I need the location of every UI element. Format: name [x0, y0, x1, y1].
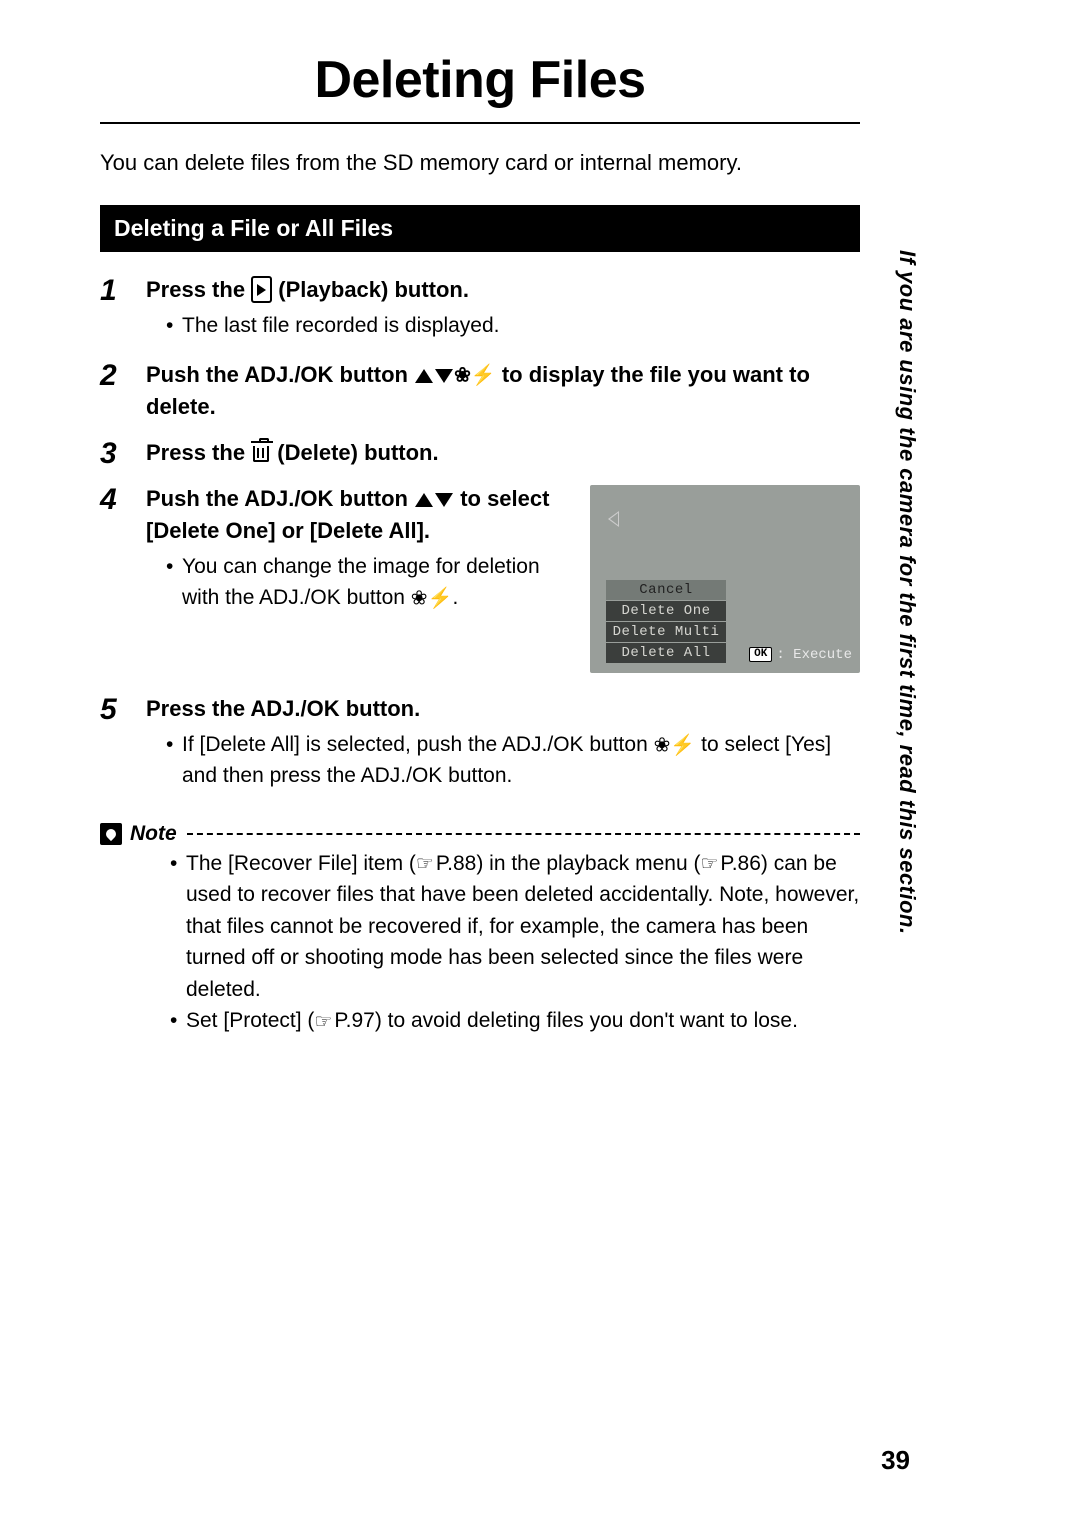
pointer-icon: ☞ [416, 849, 434, 879]
down-arrow-icon [435, 493, 453, 507]
menu-item: Delete Multi [606, 622, 726, 642]
page-number: 39 [881, 1445, 910, 1476]
page-ref: P.88 [436, 852, 477, 875]
ok-icon: OK [749, 647, 772, 662]
pointer-icon: ☞ [314, 1007, 332, 1037]
flash-icon: ⚡ [670, 734, 695, 756]
step-5: 5 Press the ADJ./OK button. If [Delete A… [100, 693, 860, 800]
note-label: Note [130, 822, 177, 846]
intro-text: You can delete files from the SD memory … [100, 148, 860, 179]
step-4-bullet: You can change the image for deletion wi… [166, 551, 572, 614]
text: Push the ADJ./OK button [146, 486, 414, 511]
lcd-screenshot: Cancel Delete One Delete Multi Delete Al… [590, 485, 860, 673]
page-title: Deleting Files [100, 50, 860, 124]
step-number: 1 [100, 274, 146, 349]
step-number: 4 [100, 483, 146, 673]
note-icon [100, 823, 122, 845]
text: ) in the playback menu ( [476, 852, 700, 875]
note-item-1: The [Recover File] item (☞P.88) in the p… [170, 848, 860, 1006]
playback-icon [251, 276, 272, 303]
execute-hint: OK : Execute [749, 647, 852, 663]
side-tab-text: If you are using the camera for the firs… [894, 250, 920, 950]
step-2-title: Push the ADJ./OK button ❀⚡ to display th… [146, 359, 860, 423]
text: Press the [146, 440, 251, 465]
step-number: 5 [100, 693, 146, 800]
pointer-icon: ☞ [700, 849, 718, 879]
step-1-title: Press the (Playback) button. [146, 274, 860, 306]
text: Set [Protect] ( [186, 1009, 314, 1032]
up-arrow-icon [415, 369, 433, 383]
text: If [Delete All] is selected, push the AD… [182, 733, 654, 756]
menu-item: Cancel [606, 580, 726, 600]
page-ref: P.86 [720, 852, 761, 875]
dash-rule [187, 833, 860, 835]
step-3: 3 Press the (Delete) button. [100, 437, 860, 473]
up-arrow-icon [415, 493, 433, 507]
step-number: 3 [100, 437, 146, 473]
page-ref: P.97 [334, 1009, 375, 1032]
menu-item: Delete One [606, 601, 726, 621]
menu-item: Delete All [606, 643, 726, 663]
step-number: 2 [100, 359, 146, 427]
text: ) to avoid deleting files you don't want… [375, 1009, 798, 1032]
trash-icon [253, 446, 269, 462]
step-3-title: Press the (Delete) button. [146, 437, 860, 469]
delete-menu: Cancel Delete One Delete Multi Delete Al… [606, 579, 726, 663]
text: . [452, 586, 458, 609]
step-2: 2 Push the ADJ./OK button ❀⚡ to display … [100, 359, 860, 427]
down-arrow-icon [435, 369, 453, 383]
text: (Playback) button. [278, 277, 469, 302]
step-1-bullet: The last file recorded is displayed. [166, 310, 860, 342]
step-5-bullet: If [Delete All] is selected, push the AD… [166, 729, 860, 792]
text: Press the [146, 277, 251, 302]
section-heading: Deleting a File or All Files [100, 205, 860, 252]
macro-icon: ❀ [411, 588, 428, 610]
text: The [Recover File] item ( [186, 852, 416, 875]
note-item-2: Set [Protect] (☞P.97) to avoid deleting … [170, 1005, 860, 1037]
text: : Execute [776, 647, 852, 663]
step-5-title: Press the ADJ./OK button. [146, 693, 860, 725]
step-4-title: Push the ADJ./OK button to select [Delet… [146, 483, 572, 547]
left-arrow-icon [608, 511, 619, 527]
flash-icon: ⚡ [471, 365, 496, 387]
flash-icon: ⚡ [428, 588, 453, 610]
note-header: Note [100, 822, 860, 846]
macro-icon: ❀ [654, 734, 671, 756]
text: (Delete) button. [277, 440, 438, 465]
text: Push the ADJ./OK button [146, 362, 414, 387]
macro-icon: ❀ [454, 365, 471, 387]
step-4: 4 Push the ADJ./OK button to select [Del… [100, 483, 860, 673]
text: You can change the image for deletion wi… [182, 555, 540, 610]
step-1: 1 Press the (Playback) button. The last … [100, 274, 860, 349]
